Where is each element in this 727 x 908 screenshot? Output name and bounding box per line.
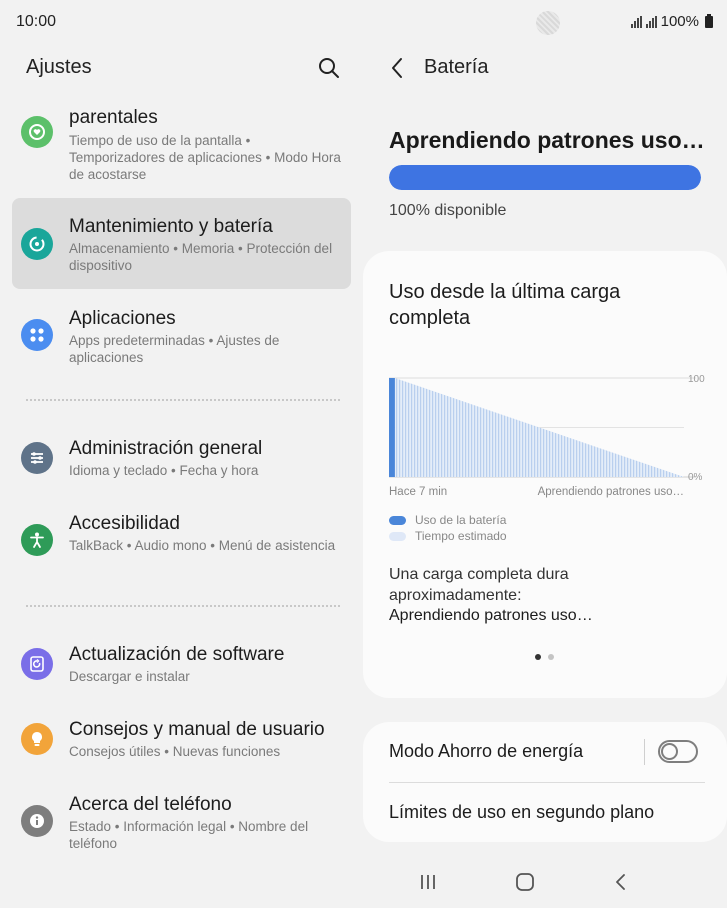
bulb-icon <box>21 723 53 755</box>
battery-available: 100% disponible <box>389 202 507 219</box>
signal-icon <box>630 15 642 28</box>
search-button[interactable] <box>316 55 342 81</box>
power-saving-label[interactable]: Modo Ahorro de energía <box>389 741 583 762</box>
toggle-separator <box>644 739 645 765</box>
usage-chart: 100 0% Hace 7 min Aprendiendo patrones uso… <box>389 374 705 498</box>
settings-item-apps[interactable]: Aplicaciones Apps predeterminadas • Ajus… <box>12 300 351 370</box>
status-bar: 10:00 100% <box>0 0 727 44</box>
settings-item-subtitle: TalkBack • Audio mono • Menú de asistenc… <box>69 538 336 553</box>
battery-level-fill <box>389 165 701 190</box>
battery-title: Batería <box>424 56 489 78</box>
device-care-icon <box>21 228 53 260</box>
navigation-bar <box>363 864 727 904</box>
search-icon <box>319 58 339 78</box>
signal-icon <box>645 15 657 28</box>
background-limits-item[interactable]: Límites de uso en segundo plano <box>389 802 654 823</box>
row-divider <box>389 782 705 783</box>
usage-card[interactable]: Uso desde la última carga completa 100 0%… <box>363 251 727 698</box>
sliders-icon <box>21 442 53 474</box>
recent-apps-icon <box>421 875 435 889</box>
back-nav-button[interactable] <box>606 870 636 894</box>
settings-item-subtitle: Estado • Información legal • Nombre del … <box>69 819 309 851</box>
settings-item-subtitle: Consejos útiles • Nuevas funciones <box>69 744 281 759</box>
settings-item-title: Mantenimiento y batería <box>69 216 273 237</box>
settings-item-device-care[interactable]: Mantenimiento y batería Almacenamiento •… <box>12 198 351 289</box>
legend-swatch-estimated <box>389 531 406 541</box>
full-charge-label: Una carga completa dura aproximadamente: <box>389 566 569 604</box>
x-tick-label: Aprendiendo patrones uso… <box>538 486 684 498</box>
back-button[interactable] <box>386 54 410 82</box>
settings-item-title: Actualización de software <box>69 644 285 665</box>
recent-apps-button[interactable] <box>413 870 443 894</box>
power-saving-toggle[interactable] <box>658 740 698 763</box>
section-divider <box>26 399 340 401</box>
settings-item-title: Accesibilidad <box>69 513 180 534</box>
battery-options-card: Modo Ahorro de energía Límites de uso en… <box>363 722 727 842</box>
chevron-left-icon <box>392 58 402 78</box>
settings-item-subtitle: Tiempo de uso de la pantalla • Temporiza… <box>69 133 341 182</box>
battery-percent: 100% <box>660 13 699 30</box>
x-tick-label: Hace 7 min <box>389 486 447 498</box>
battery-icon <box>705 13 713 28</box>
back-arrow-icon <box>616 874 625 890</box>
apps-icon <box>21 319 53 351</box>
settings-item-about-phone[interactable]: Acerca del teléfono Estado • Información… <box>12 786 351 856</box>
settings-item-title: Administración general <box>69 438 263 459</box>
usage-series <box>389 378 395 477</box>
settings-item-title: Aplicaciones <box>69 308 176 329</box>
settings-item-subtitle: Apps predeterminadas • Ajustes de aplica… <box>69 333 280 365</box>
section-divider <box>26 605 340 607</box>
full-charge-value: Aprendiendo patrones uso… <box>389 607 593 624</box>
settings-item-general-management[interactable]: Administración general Idioma y teclado … <box>12 430 351 490</box>
status-icons: 100% <box>630 13 713 30</box>
settings-item-title: Consejos y manual de usuario <box>69 719 325 740</box>
page-dot-active <box>535 654 541 660</box>
y-tick-label: 0% <box>688 472 703 483</box>
settings-item-subtitle: Descargar e instalar <box>69 669 190 684</box>
info-icon <box>21 805 53 837</box>
settings-item-software-update[interactable]: Actualización de software Descargar e in… <box>12 636 351 696</box>
home-icon <box>516 873 534 891</box>
page-dot <box>548 654 554 660</box>
legend-item-usage: Uso de la batería <box>389 513 506 527</box>
toggle-knob <box>661 743 678 760</box>
settings-item-subtitle: Idioma y teclado • Fecha y hora <box>69 463 259 478</box>
software-update-icon <box>21 648 53 680</box>
legend-label-usage: Uso de la batería <box>415 513 507 527</box>
battery-level-bar <box>389 165 701 190</box>
settings-item-title: parentales <box>69 107 158 128</box>
learning-status: Aprendiendo patrones uso… <box>389 127 705 153</box>
settings-title: Ajustes <box>26 56 92 78</box>
front-camera <box>536 11 560 35</box>
legend-swatch-usage <box>389 515 406 525</box>
parental-icon <box>21 116 53 148</box>
page-indicator <box>535 654 554 660</box>
legend-label-estimated: Tiempo estimado <box>415 529 507 543</box>
settings-item-parental[interactable]: parentales Tiempo de uso de la pantalla … <box>12 96 351 186</box>
legend-item-estimated: Tiempo estimado <box>389 529 507 543</box>
settings-item-subtitle: Almacenamiento • Memoria • Protección de… <box>69 241 333 273</box>
status-time: 10:00 <box>16 13 57 30</box>
settings-item-accessibility[interactable]: Accesibilidad TalkBack • Audio mono • Me… <box>12 505 351 575</box>
settings-item-title: Acerca del teléfono <box>69 794 232 815</box>
y-tick-label: 100 <box>688 374 705 385</box>
accessibility-icon <box>21 524 53 556</box>
settings-item-tips[interactable]: Consejos y manual de usuario Consejos út… <box>12 711 351 771</box>
home-button[interactable] <box>510 870 540 894</box>
